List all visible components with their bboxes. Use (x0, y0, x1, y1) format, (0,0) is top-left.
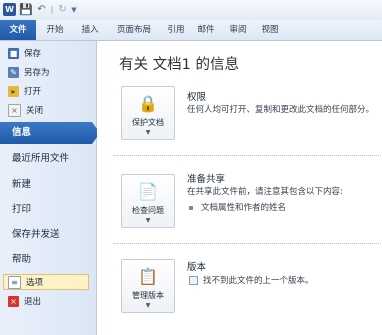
nav-save-as-label: 另存为 (24, 68, 50, 78)
nav-new[interactable]: 新建 (0, 174, 96, 196)
nav-help[interactable]: 帮助 (0, 249, 96, 271)
tab-insert[interactable]: 插入 (73, 20, 107, 40)
open-folder-icon: ▸ (8, 85, 19, 97)
nav-open-label: 打开 (24, 87, 42, 97)
nav-save-label: 保存 (24, 49, 42, 59)
manage-versions-label: 管理版本 (132, 291, 164, 300)
check-issues-label: 检查问题 (132, 206, 164, 215)
bullet-icon (189, 205, 193, 210)
divider (113, 243, 381, 244)
tab-mailings[interactable]: 邮件 (192, 20, 220, 40)
tab-review[interactable]: 审阅 (224, 20, 252, 40)
tab-page-layout[interactable]: 页面布局 (108, 20, 160, 40)
tab-home[interactable]: 开始 (38, 20, 72, 40)
prepare-title: 准备共享 (187, 174, 226, 185)
tab-references[interactable]: 引用 (162, 20, 190, 40)
options-icon: ≡ (8, 275, 21, 289)
manage-versions-button[interactable]: 📋 管理版本 ▼ (121, 259, 175, 313)
backstage-nav: ■ 保存 ✎ 另存为 ▸ 打开 × 关闭 信息 最近所用文件 新建 打印 保存并… (0, 41, 100, 335)
versions-icon: 📋 (138, 266, 158, 286)
customize-icon[interactable]: ▼ (70, 3, 78, 16)
list-item: 文档属性和作者的姓名 (189, 201, 286, 213)
save-icon: ■ (8, 47, 19, 59)
divider (113, 155, 381, 156)
lock-icon: 🔒 (138, 93, 158, 113)
nav-recent[interactable]: 最近所用文件 (0, 148, 96, 170)
close-document-icon: × (8, 103, 21, 117)
versions-item: 找不到此文件的上一个版本。 (189, 274, 314, 286)
nav-close[interactable]: × 关闭 (8, 102, 43, 118)
nav-open[interactable]: ▸ 打开 (8, 83, 41, 99)
nav-exit[interactable]: × 退出 (8, 293, 41, 309)
chevron-down-icon: ▼ (145, 302, 151, 309)
nav-exit-label: 退出 (24, 297, 42, 307)
info-pane: 有关 文档1 的信息 🔒 保护文档 ▼ 权限 任何人均可打开、复制和更改此文档的… (97, 41, 382, 335)
tab-view[interactable]: 视图 (256, 20, 284, 40)
permissions-text: 任何人均可打开、复制和更改此文档的任何部分。 (187, 105, 375, 115)
prepare-bullet-text: 文档属性和作者的姓名 (201, 203, 287, 213)
check-issues-button[interactable]: 📄 检查问题 ▼ (121, 174, 175, 228)
nav-options-label: 选项 (26, 278, 44, 288)
save-icon[interactable]: 💾 (19, 3, 33, 16)
version-icon (189, 276, 198, 285)
toolbar-separator: | (50, 5, 54, 14)
word-app-icon[interactable]: W (3, 3, 16, 16)
nav-info[interactable]: 信息 (0, 122, 100, 144)
ribbon-tabs: 文件 开始 插入 页面布局 引用 邮件 审阅 视图 (0, 20, 382, 41)
inspect-document-icon: 📄 (138, 181, 158, 201)
protect-document-button[interactable]: 🔒 保护文档 ▼ (121, 86, 175, 140)
undo-icon[interactable]: ↶ (36, 3, 47, 16)
protect-document-label: 保护文档 (132, 118, 164, 127)
permissions-title: 权限 (187, 92, 207, 103)
nav-save[interactable]: ■ 保存 (8, 45, 41, 61)
nav-options[interactable]: ≡ 选项 (3, 274, 89, 290)
exit-icon: × (8, 295, 19, 307)
tab-file[interactable]: 文件 (0, 20, 36, 40)
title-bar: W 💾 ↶ | ↻ ▼ (0, 0, 382, 21)
nav-close-label: 关闭 (26, 106, 44, 116)
nav-save-send[interactable]: 保存并发送 (0, 224, 96, 246)
chevron-down-icon: ▼ (145, 129, 151, 136)
versions-title: 版本 (187, 262, 207, 273)
redo-icon[interactable]: ↻ (57, 3, 68, 16)
versions-text: 找不到此文件的上一个版本。 (203, 276, 314, 286)
prepare-text: 在共享此文件前，请注意其包含以下内容: (187, 187, 343, 197)
save-as-icon: ✎ (8, 66, 19, 78)
nav-save-as[interactable]: ✎ 另存为 (8, 64, 50, 80)
page-title: 有关 文档1 的信息 (119, 57, 239, 73)
nav-print[interactable]: 打印 (0, 199, 96, 221)
chevron-down-icon: ▼ (145, 217, 151, 224)
